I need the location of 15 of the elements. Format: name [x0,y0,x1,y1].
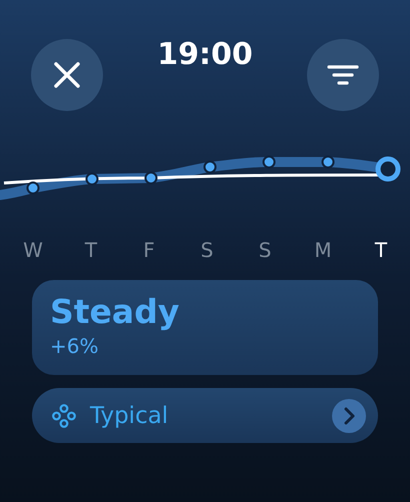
trend-title: Steady [50,292,180,332]
close-icon [53,61,81,89]
day-label: T [374,238,388,262]
dots-icon [52,404,76,428]
day-label: T [84,238,98,262]
day-label: S [200,238,214,262]
filter-icon [327,64,359,86]
trend-change: +6% [50,333,100,360]
day-label: M [313,238,333,262]
day-label: S [258,238,272,262]
chevron-icon [332,398,366,432]
category-button[interactable]: Typical [32,388,378,443]
day-label: W [22,238,44,262]
time: 19:00 [157,39,253,71]
day-label: F [142,238,156,262]
